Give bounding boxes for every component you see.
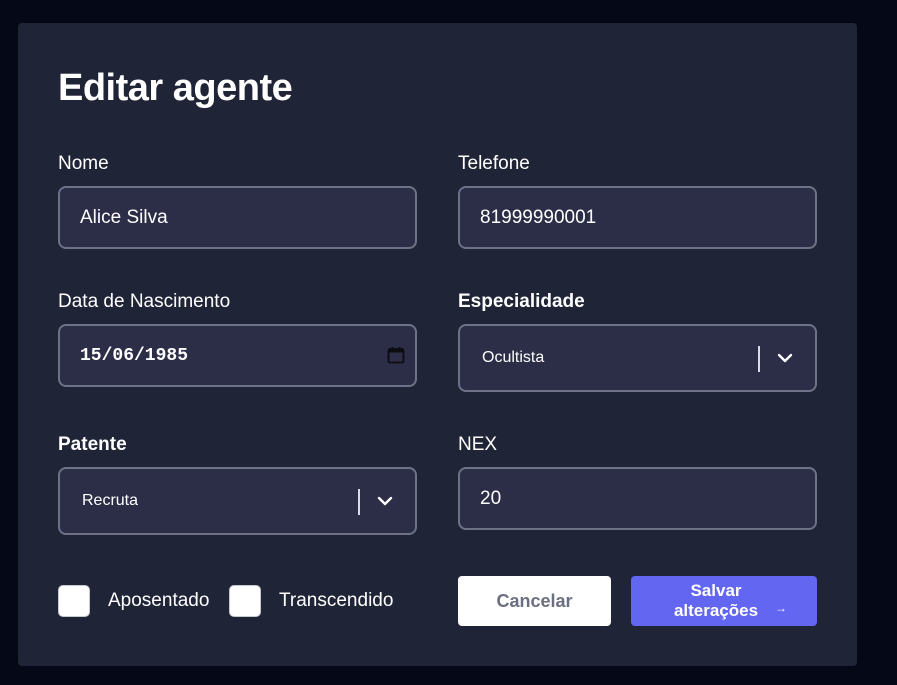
telefone-label: Telefone	[458, 153, 530, 174]
nome-value: Alice Silva	[80, 206, 168, 228]
especialidade-value: Ocultista	[482, 349, 545, 366]
save-button-label: Salvar alterações	[673, 581, 759, 620]
nascimento-label: Data de Nascimento	[58, 291, 231, 312]
nascimento-value: 15/06/1985	[80, 345, 189, 366]
nome-field[interactable]: Alice Silva	[58, 186, 417, 249]
nex-value: 20	[480, 487, 502, 509]
patente-value: Recruta	[82, 492, 139, 509]
nex-field[interactable]: 20	[458, 467, 817, 530]
aposentado-option[interactable]: Aposentado	[58, 585, 209, 617]
patente-select[interactable]: Recruta	[58, 467, 417, 535]
aposentado-checkbox[interactable]	[58, 585, 90, 617]
chevron-down-icon[interactable]	[777, 352, 793, 364]
calendar-icon[interactable]	[387, 346, 405, 364]
edit-agent-modal: Editar agente Nome Alice Silva Telefone …	[18, 23, 857, 666]
nome-label: Nome	[58, 153, 109, 174]
transcendido-option[interactable]: Transcendido	[229, 585, 393, 617]
page-title: Editar agente	[58, 67, 293, 109]
select-separator	[758, 346, 760, 372]
telefone-field[interactable]: 81999990001	[458, 186, 817, 249]
save-button[interactable]: Salvar alterações →	[631, 576, 817, 626]
especialidade-label: Especialidade	[458, 291, 585, 312]
select-separator	[358, 489, 360, 515]
cancel-button[interactable]: Cancelar	[458, 576, 611, 626]
nex-label: NEX	[458, 434, 498, 455]
especialidade-select[interactable]: Ocultista	[458, 324, 817, 392]
nascimento-field[interactable]: 15/06/1985	[58, 324, 417, 387]
aposentado-label: Aposentado	[108, 590, 210, 611]
patente-label: Patente	[58, 434, 127, 455]
transcendido-label: Transcendido	[279, 590, 394, 611]
chevron-down-icon[interactable]	[377, 495, 393, 507]
telefone-value: 81999990001	[480, 206, 597, 228]
arrow-right-icon: →	[775, 601, 787, 615]
transcendido-checkbox[interactable]	[229, 585, 261, 617]
